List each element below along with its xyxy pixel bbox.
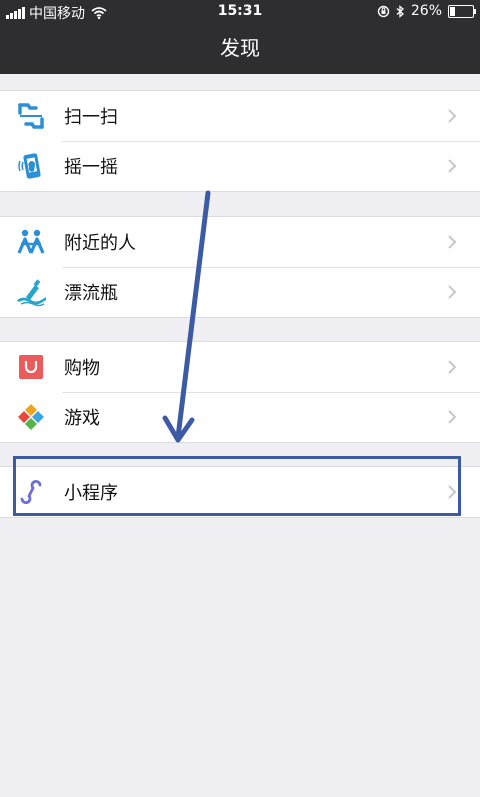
annotation-arrow <box>162 190 211 443</box>
